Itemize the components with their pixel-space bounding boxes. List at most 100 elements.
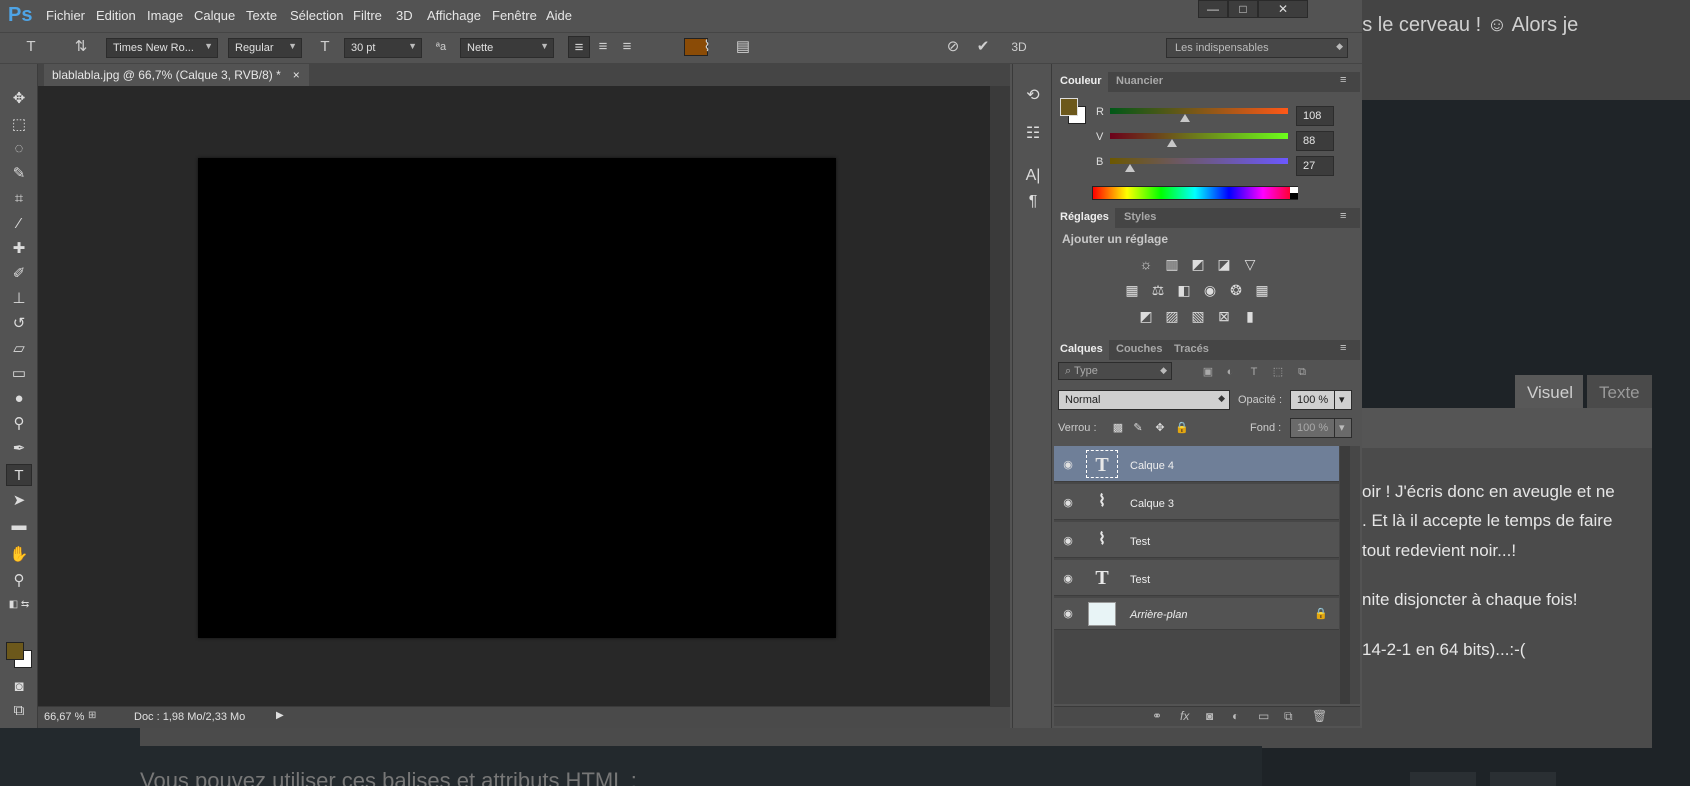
v-value[interactable]: 88: [1296, 131, 1334, 151]
properties-panel-icon[interactable]: ☷: [1020, 122, 1046, 146]
fx-icon[interactable]: fx: [1180, 709, 1189, 723]
filter-smart-object-icon[interactable]: ⧉: [1292, 362, 1312, 382]
panel-menu-icon[interactable]: ≡: [1340, 342, 1346, 354]
layer-name[interactable]: Calque 3: [1130, 498, 1174, 510]
posterize-icon[interactable]: ▨: [1162, 306, 1182, 326]
document-tab[interactable]: blablabla.jpg @ 66,7% (Calque 3, RVB/8) …: [44, 64, 309, 86]
menu-texte[interactable]: Texte: [246, 8, 277, 23]
menu-fichier[interactable]: Fichier: [46, 8, 85, 23]
pen-tool-icon[interactable]: ✒: [6, 438, 32, 460]
channel-mixer-icon[interactable]: ❂: [1226, 280, 1246, 300]
add-mask-icon[interactable]: ◙: [1206, 709, 1213, 723]
menu-filtre[interactable]: Filtre: [353, 8, 382, 23]
type-tool-preset-icon[interactable]: T: [20, 36, 42, 58]
new-group-icon[interactable]: ▭: [1258, 709, 1269, 723]
selective-color-icon[interactable]: ⊠: [1214, 306, 1234, 326]
photo-filter-icon[interactable]: ◉: [1200, 280, 1220, 300]
history-panel-icon[interactable]: ⟲: [1020, 84, 1046, 108]
tab-traces[interactable]: Tracés: [1168, 340, 1215, 360]
foreground-color-chip[interactable]: [1060, 98, 1078, 116]
marquee-tool-icon[interactable]: ⬚: [6, 114, 32, 136]
character-panel-icon[interactable]: A|: [1020, 164, 1046, 188]
gradient-map-icon[interactable]: ▮: [1240, 306, 1260, 326]
type-tool-icon[interactable]: T: [6, 464, 32, 486]
panel-menu-icon[interactable]: ≡: [1340, 210, 1346, 222]
filter-adjustment-icon[interactable]: ◐: [1220, 362, 1240, 382]
zoom-tool-icon[interactable]: ⚲: [6, 570, 32, 592]
dodge-tool-icon[interactable]: ⚲: [6, 413, 32, 435]
menu-edition[interactable]: Edition: [96, 8, 136, 23]
hand-tool-icon[interactable]: ✋: [6, 544, 32, 566]
commit-check-icon[interactable]: ✔: [972, 36, 994, 58]
editor-tab-visuel[interactable]: Visuel: [1515, 375, 1583, 408]
zoom-level[interactable]: 66,67 %: [44, 711, 84, 723]
tab-calques[interactable]: Calques: [1054, 340, 1109, 360]
layer-name[interactable]: Calque 4: [1130, 460, 1174, 472]
screen-mode-icon[interactable]: ⧉: [6, 700, 32, 722]
brightness-icon[interactable]: ☼: [1136, 254, 1156, 274]
menu-fenetre[interactable]: Fenêtre: [492, 8, 537, 23]
vertical-scrollbar[interactable]: [990, 86, 1010, 706]
curves-icon[interactable]: ◩: [1188, 254, 1208, 274]
font-family-select[interactable]: Times New Ro... ▼: [106, 38, 218, 58]
visibility-eye-icon[interactable]: ◉: [1060, 571, 1076, 587]
color-balance-icon[interactable]: ⚖: [1148, 280, 1168, 300]
layer-name[interactable]: Test: [1130, 536, 1150, 548]
layers-scrollbar[interactable]: [1340, 446, 1350, 704]
tab-nuancier[interactable]: Nuancier: [1110, 72, 1169, 92]
tab-styles[interactable]: Styles: [1118, 208, 1162, 228]
filter-pixel-icon[interactable]: ▣: [1198, 362, 1218, 382]
cancel-icon[interactable]: ⊘: [942, 36, 964, 58]
menu-aide[interactable]: Aide: [546, 8, 572, 23]
rectangle-tool-icon[interactable]: ▬: [6, 515, 32, 537]
lock-all-icon[interactable]: 🔒: [1172, 418, 1192, 438]
tab-couleur[interactable]: Couleur: [1054, 72, 1108, 92]
minimize-button[interactable]: —: [1198, 0, 1228, 18]
exposure-icon[interactable]: ◪: [1214, 254, 1234, 274]
r-value[interactable]: 108: [1296, 106, 1334, 126]
lock-transparency-icon[interactable]: ▩: [1108, 418, 1128, 438]
r-slider-thumb[interactable]: [1179, 114, 1190, 122]
tab-reglages[interactable]: Réglages: [1054, 208, 1115, 228]
fill-dropdown-icon[interactable]: ▾: [1334, 418, 1352, 438]
move-tool-icon[interactable]: ✥: [6, 88, 32, 110]
crop-tool-icon[interactable]: ⌗: [6, 188, 32, 210]
warp-text-icon[interactable]: ⌇: [696, 36, 718, 58]
menu-calque[interactable]: Calque: [194, 8, 235, 23]
eyedropper-tool-icon[interactable]: ⁄: [6, 213, 32, 235]
invert-icon[interactable]: ◩: [1136, 306, 1156, 326]
character-panel-icon[interactable]: ▤: [732, 36, 754, 58]
path-selection-tool-icon[interactable]: ➤: [6, 490, 32, 512]
r-slider[interactable]: [1110, 108, 1288, 114]
blend-mode-select[interactable]: Normal ◆: [1058, 390, 1230, 410]
healing-brush-tool-icon[interactable]: ✚: [6, 238, 32, 260]
quick-mask-icon[interactable]: ◙: [6, 676, 32, 698]
v-slider-thumb[interactable]: [1167, 139, 1178, 147]
lock-pixels-icon[interactable]: ✎: [1128, 418, 1148, 438]
black-white-icon[interactable]: ◧: [1174, 280, 1194, 300]
hue-saturation-icon[interactable]: ▦: [1122, 280, 1142, 300]
lasso-tool-icon[interactable]: ◌: [6, 138, 32, 160]
paragraph-panel-icon[interactable]: ¶: [1020, 190, 1046, 214]
filter-type-icon[interactable]: T: [1244, 362, 1264, 382]
b-slider-thumb[interactable]: [1124, 164, 1135, 172]
new-layer-icon[interactable]: ⧉: [1284, 709, 1293, 724]
menu-affichage[interactable]: Affichage: [427, 8, 481, 23]
visibility-eye-icon[interactable]: ◉: [1060, 606, 1076, 622]
visibility-eye-icon[interactable]: ◉: [1060, 495, 1076, 511]
history-brush-tool-icon[interactable]: ↺: [6, 313, 32, 335]
lock-position-icon[interactable]: ✥: [1150, 418, 1170, 438]
close-tab-icon[interactable]: ×: [293, 68, 300, 82]
antialias-select[interactable]: Nette ▼: [460, 38, 554, 58]
b-value[interactable]: 27: [1296, 156, 1334, 176]
gradient-tool-icon[interactable]: ▭: [6, 363, 32, 385]
menu-3d[interactable]: 3D: [396, 8, 413, 23]
workspace-select[interactable]: Les indispensables ◆: [1166, 38, 1348, 58]
align-right-icon[interactable]: ≡: [616, 36, 638, 58]
font-style-select[interactable]: Regular ▼: [228, 38, 302, 58]
v-slider[interactable]: [1110, 133, 1288, 139]
eraser-tool-icon[interactable]: ▱: [6, 338, 32, 360]
quick-selection-tool-icon[interactable]: ✎: [6, 163, 32, 185]
align-left-icon[interactable]: ≡: [568, 36, 590, 58]
b-slider[interactable]: [1110, 158, 1288, 164]
